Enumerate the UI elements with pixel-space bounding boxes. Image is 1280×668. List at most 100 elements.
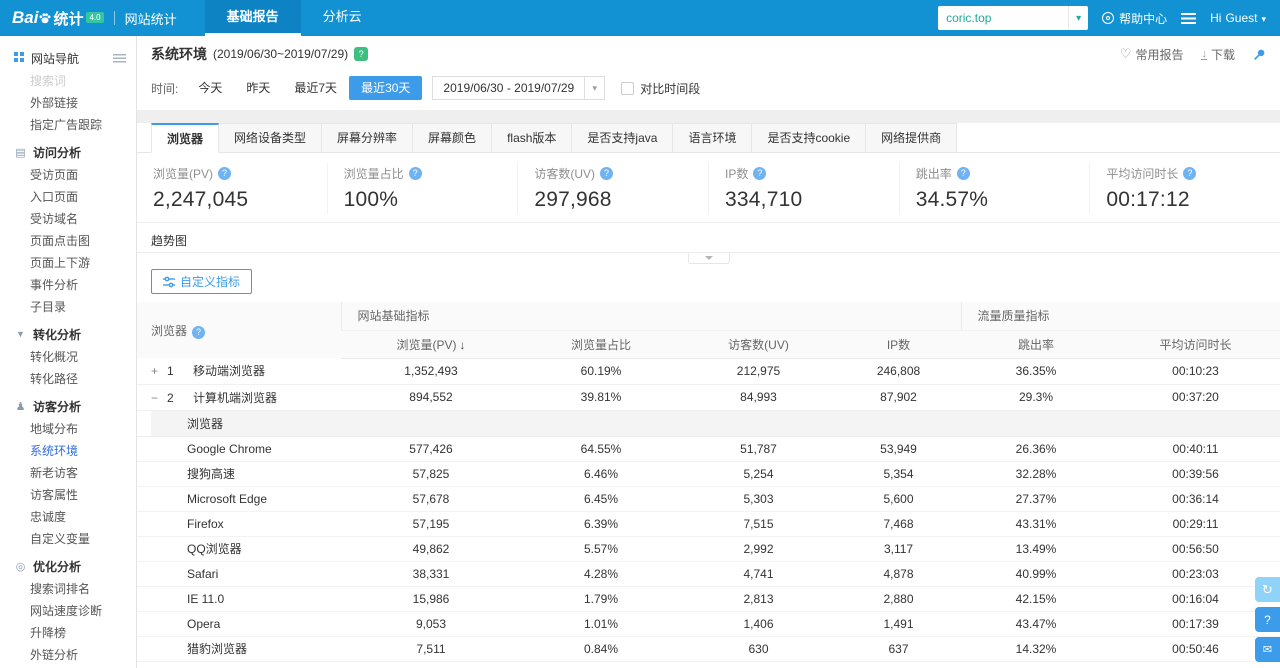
row-name[interactable]: IE 11.0 [187, 592, 224, 606]
row-name[interactable]: QQ浏览器 [187, 542, 242, 556]
sidebar-item[interactable]: 升降榜 [0, 622, 136, 644]
row-name[interactable]: Google Chrome [187, 442, 272, 456]
help-center-link[interactable]: 帮助中心 [1102, 10, 1167, 27]
row-name[interactable]: Microsoft Edge [187, 492, 267, 506]
cell-value: 32.28% [961, 461, 1112, 487]
sidebar-item[interactable]: 自定义变量 [0, 528, 136, 550]
help-icon[interactable] [192, 325, 206, 339]
sidebar-item[interactable]: 搜索词 [0, 70, 136, 92]
row-name[interactable]: Safari [187, 567, 218, 581]
date-dropdown-icon[interactable] [585, 76, 606, 100]
row-name[interactable]: 计算机端浏览器 [193, 391, 277, 405]
sort-desc-icon[interactable] [457, 338, 466, 352]
column-header[interactable]: 浏览量占比 [521, 330, 681, 359]
expand-toggle-icon[interactable]: − [151, 391, 167, 405]
title-help-icon[interactable] [354, 47, 369, 61]
tab-item[interactable]: 是否支持java [572, 123, 674, 153]
sidebar-item[interactable]: 页面上下游 [0, 252, 136, 274]
top-nav-item[interactable]: 分析云 [301, 0, 384, 36]
chat-button[interactable] [1255, 637, 1280, 662]
time-range-options: 今天 昨天 最近7天 最近30天 [186, 76, 423, 100]
column-header[interactable]: 浏览量(PV) [341, 330, 521, 359]
tab-item[interactable]: 屏幕颜色 [413, 123, 493, 153]
date-range-value: 2019/06/30 - 2019/07/29 [443, 81, 575, 95]
custom-metric-button[interactable]: 自定义指标 [151, 269, 253, 294]
row-rank: 2 [167, 390, 174, 405]
time-option[interactable]: 最近7天 [282, 76, 349, 100]
sidebar-item[interactable]: 访客属性 [0, 484, 136, 506]
help-icon[interactable] [1183, 167, 1197, 180]
time-filter-row: 时间: 今天 昨天 最近7天 最近30天 2019/06/30 - 2019/07/2… [151, 76, 1266, 100]
row-name[interactable]: 猎豹浏览器 [187, 642, 247, 656]
report-date-range: (2019/06/30~2019/07/29) [213, 47, 349, 61]
help-icon[interactable] [753, 167, 767, 180]
row-name[interactable]: 搜狗高速 [187, 467, 235, 481]
tab-item[interactable]: 网络设备类型 [219, 123, 323, 153]
sidebar-item[interactable]: 受访域名 [0, 208, 136, 230]
sidebar-item[interactable]: 搜索词排名 [0, 578, 136, 600]
cell-value: 1.01% [521, 611, 681, 637]
sidebar-header[interactable]: 网站导航 [0, 46, 136, 70]
sidebar-section-label: 转化分析 [33, 327, 82, 342]
sidebar-item[interactable]: 地域分布 [0, 418, 136, 440]
tab-item[interactable]: 是否支持cookie [752, 123, 867, 153]
sidebar-item[interactable]: 系统环境 [0, 440, 136, 462]
date-range-picker[interactable]: 2019/06/30 - 2019/07/29 [432, 76, 586, 100]
time-option[interactable]: 今天 [186, 76, 234, 100]
cell-value: 6.45% [521, 486, 681, 512]
sidebar-menu: 搜索词外部链接指定广告跟踪访问分析受访页面入口页面受访域名页面点击图页面上下游事… [0, 70, 136, 666]
cell-value: 4,741 [681, 561, 836, 587]
tab-item[interactable]: 网络提供商 [866, 123, 958, 153]
pin-icon[interactable] [1253, 48, 1266, 61]
cell-value: 27.37% [961, 486, 1112, 512]
column-header[interactable]: 平均访问时长 [1111, 330, 1280, 359]
cell-value: 43.31% [961, 511, 1112, 537]
sidebar-item[interactable]: 页面点击图 [0, 230, 136, 252]
sidebar-item[interactable]: 网站速度诊断 [0, 600, 136, 622]
menu-list-icon[interactable] [1181, 12, 1197, 24]
row-name[interactable]: Opera [187, 617, 220, 631]
sidebar-item[interactable]: 事件分析 [0, 274, 136, 296]
sidebar-item[interactable]: 转化路径 [0, 368, 136, 390]
favorite-report-link[interactable]: 常用报告 [1135, 46, 1183, 63]
help-icon[interactable] [956, 167, 970, 180]
collapse-menu-icon[interactable] [113, 53, 126, 63]
column-header[interactable]: 访客数(UV) [681, 330, 836, 359]
sidebar-section-header: 访问分析 [0, 140, 136, 164]
sidebar-item[interactable]: 入口页面 [0, 186, 136, 208]
help-icon[interactable] [408, 167, 422, 180]
row-name[interactable]: Firefox [187, 517, 224, 531]
column-header[interactable]: 跳出率 [961, 330, 1112, 359]
logo[interactable]: Bai 统计 4.0 [12, 8, 104, 29]
row-name[interactable]: 移动端浏览器 [193, 364, 265, 378]
user-menu[interactable]: Hi Guest [1210, 11, 1266, 25]
collapse-trend-button[interactable] [687, 253, 730, 264]
help-icon[interactable] [600, 167, 614, 180]
tab-item[interactable]: 屏幕分辨率 [322, 123, 414, 153]
expand-toggle-icon[interactable]: + [151, 364, 167, 378]
download-link[interactable]: 下载 [1211, 46, 1235, 63]
tab-item[interactable]: flash版本 [492, 123, 573, 153]
sidebar-item[interactable]: 转化概况 [0, 346, 136, 368]
sidebar-item[interactable]: 外链分析 [0, 644, 136, 666]
time-option[interactable]: 最近30天 [349, 76, 423, 100]
chevron-down-icon[interactable] [1068, 6, 1088, 30]
help-icon[interactable] [218, 167, 232, 180]
compare-period-checkbox[interactable]: 对比时间段 [621, 80, 700, 97]
refresh-button[interactable] [1255, 577, 1280, 602]
time-option[interactable]: 昨天 [234, 76, 282, 100]
column-header[interactable]: IP数 [836, 330, 962, 359]
tab-active[interactable]: 浏览器 [151, 123, 220, 153]
sidebar-item[interactable]: 子目录 [0, 296, 136, 318]
cell-value: 13.49% [961, 536, 1112, 562]
sidebar-item[interactable]: 忠诚度 [0, 506, 136, 528]
site-selector[interactable]: coric.top [938, 6, 1089, 30]
sidebar-item[interactable]: 外部链接 [0, 92, 136, 114]
tab-item[interactable]: 语言环境 [673, 123, 753, 153]
top-nav-item[interactable]: 基础报告 [204, 0, 301, 36]
sidebar-item[interactable]: 新老访客 [0, 462, 136, 484]
sidebar-item[interactable]: 指定广告跟踪 [0, 114, 136, 136]
service-button[interactable] [1255, 607, 1280, 632]
sidebar-item[interactable]: 受访页面 [0, 164, 136, 186]
metric-label-text: IP数 [725, 167, 749, 181]
